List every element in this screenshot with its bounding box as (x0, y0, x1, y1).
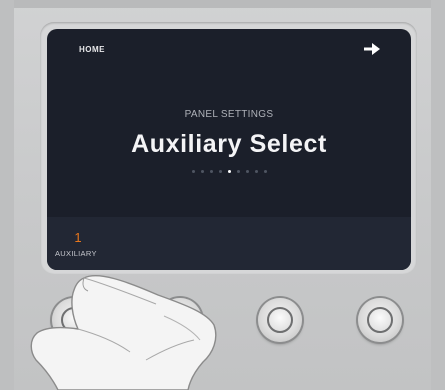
soft-button-row: 1 AUXILIARY (47, 217, 411, 270)
page-dot-active (227, 170, 231, 173)
hardware-panel: HOME PANEL SETTINGS Auxiliary Select 1 A… (0, 0, 445, 390)
lcd-screen: HOME PANEL SETTINGS Auxiliary Select 1 A… (47, 29, 411, 270)
home-button[interactable]: HOME (79, 45, 105, 54)
soft-knob-1[interactable] (52, 298, 96, 342)
soft-button-label[interactable]: AUXILIARY (55, 249, 97, 258)
page-dot (236, 170, 240, 173)
page-dot (263, 170, 267, 173)
page-dot (200, 170, 204, 173)
page-title: Auxiliary Select (131, 130, 327, 158)
page-indicator (47, 170, 411, 173)
panel-right-edge (431, 0, 445, 390)
page-dot (245, 170, 249, 173)
page-dot (254, 170, 258, 173)
page-dot (209, 170, 213, 173)
soft-button-number[interactable]: 1 (64, 230, 92, 245)
soft-knob-3[interactable] (258, 298, 302, 342)
section-title: PANEL SETTINGS (184, 109, 274, 120)
arrow-right-icon[interactable] (363, 42, 381, 56)
soft-knob-2[interactable] (158, 298, 202, 342)
page-dot (191, 170, 195, 173)
panel-top-edge (0, 0, 445, 8)
panel-left-edge (0, 0, 14, 390)
soft-knob-4[interactable] (358, 298, 402, 342)
page-dot (218, 170, 222, 173)
